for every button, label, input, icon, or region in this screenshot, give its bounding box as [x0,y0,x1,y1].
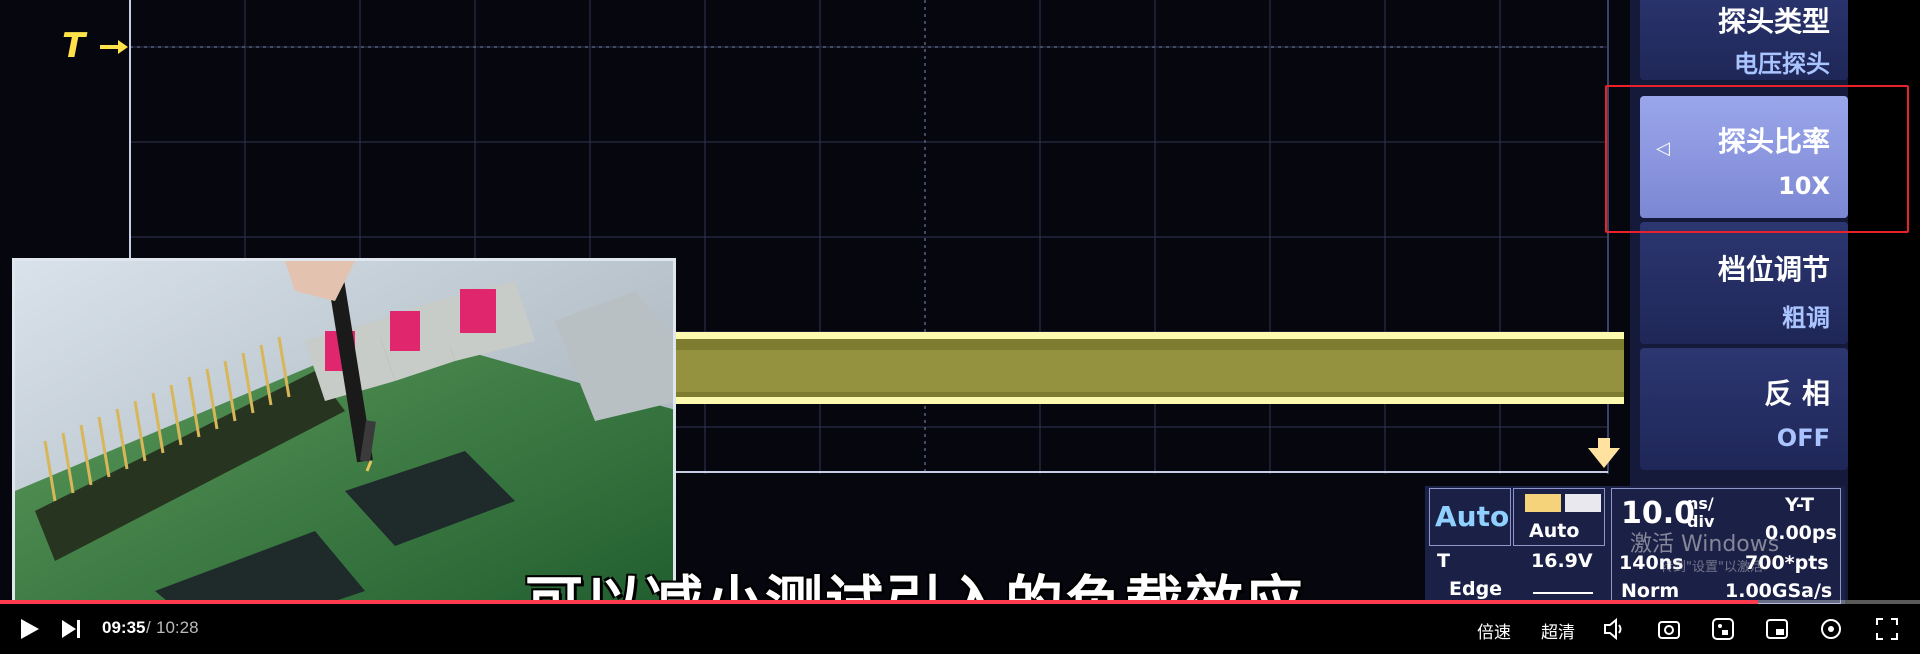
pip-icon[interactable] [1764,616,1790,642]
video-player[interactable]: T 探头类型 电压探头 ◁ 探头比率 10X 档位调节 粗调 反 相 OFF A… [0,0,1920,654]
menu-item-value: 电压探头 [1734,50,1830,78]
time-separator: / [146,618,151,637]
trigger-mode: Auto [1435,500,1510,533]
fullscreen-icon[interactable] [1874,616,1900,642]
trigger-type: Edge [1449,578,1503,600]
menu-item-value: 粗调 [1782,304,1830,332]
sample-rate: 1.00GSa/s [1725,580,1833,602]
current-time: 09:35 [102,618,146,637]
next-icon[interactable] [58,616,84,642]
quality-button[interactable]: 超清 [1541,618,1575,643]
clip-icon[interactable] [1710,616,1736,642]
timebase-unit: ns/ [1687,494,1714,513]
sweep-indicator [1525,494,1561,512]
play-icon[interactable] [16,616,42,642]
edge-icon [1533,592,1593,594]
control-bar: 09:35 / 10:28 倍速 超清 [0,604,1920,654]
menu-item-title: 探头类型 [1717,5,1830,38]
time-mode: Y-T [1785,494,1815,516]
menu-item-invert[interactable]: 反 相 OFF [1640,348,1848,470]
menu-item-value: OFF [1776,424,1830,452]
activation-hint: 转到"设置"以激活 [1660,560,1763,575]
acquisition-mode: Norm [1621,580,1680,602]
menu-item-title: 档位调节 [1717,253,1830,286]
screenshot-icon[interactable] [1656,616,1682,642]
volume-icon[interactable] [1602,616,1628,642]
highlight-frame [1605,85,1909,233]
sweep-mode: Auto [1529,520,1580,542]
total-time: 10:28 [156,618,199,637]
sweep-indicator [1565,494,1601,512]
menu-item-scale-adjust[interactable]: 档位调节 粗调 [1640,222,1848,344]
menu-item-title: 反 相 [1764,377,1830,410]
menu-item-probe-type[interactable]: 探头类型 电压探头 [1640,0,1848,80]
speed-button[interactable]: 倍速 [1477,618,1511,643]
activation-watermark: 激活 Windows [1630,532,1780,557]
trigger-source: T [1437,550,1450,572]
settings-icon[interactable] [1818,616,1844,642]
trigger-marker: T [62,26,88,66]
trigger-level: 16.9V [1531,550,1593,572]
